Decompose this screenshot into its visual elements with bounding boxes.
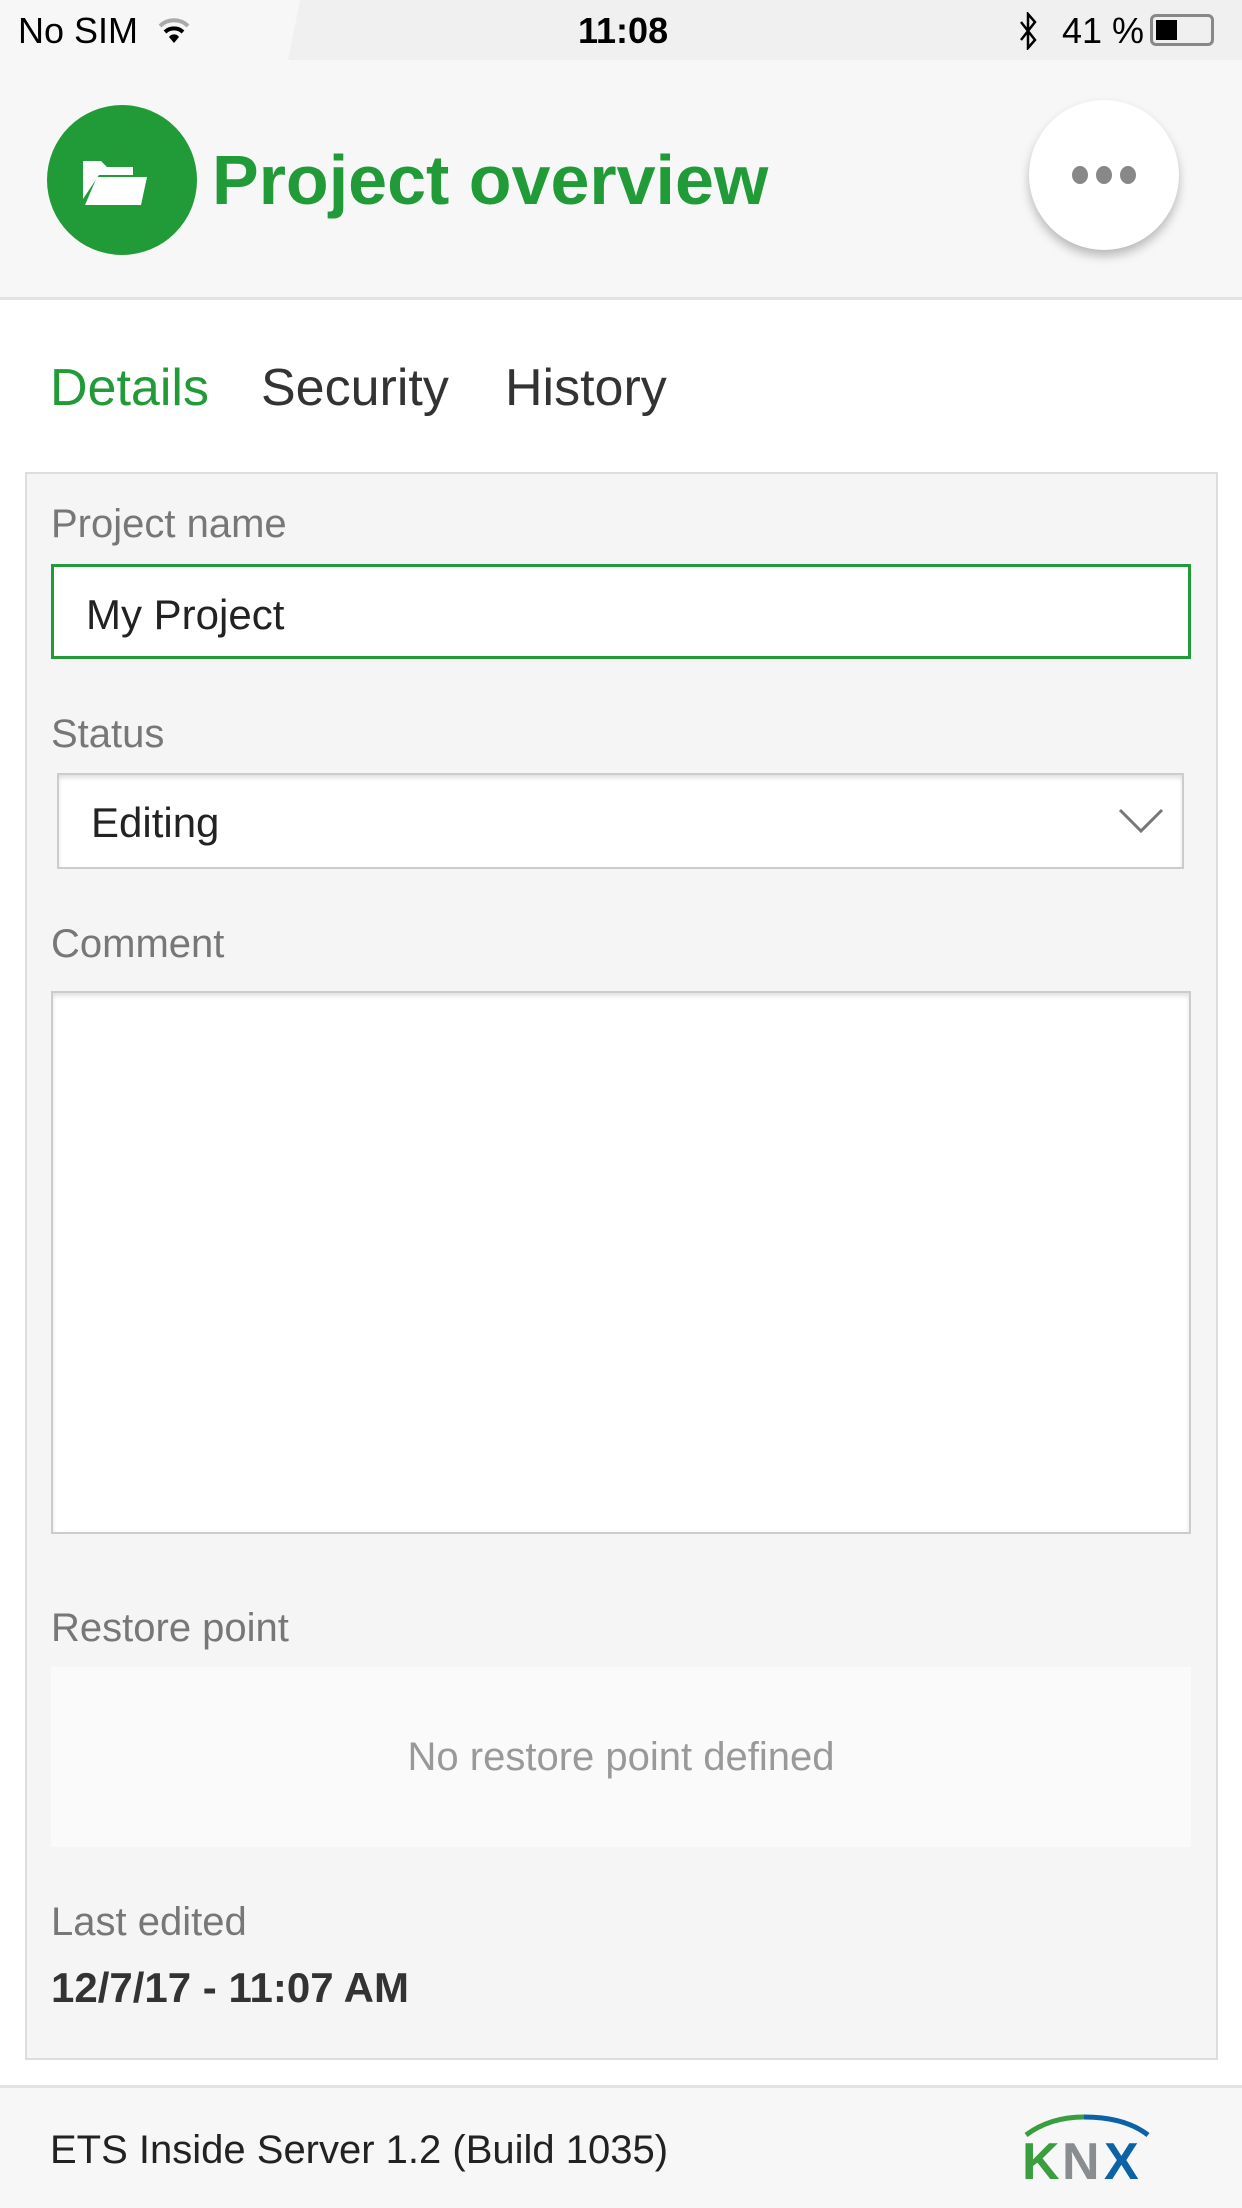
wifi-icon (158, 18, 190, 43)
tab-history[interactable]: History (505, 358, 667, 418)
project-name-label: Project name (51, 502, 287, 546)
last-edited-value: 12/7/17 - 11:07 AM (51, 1964, 409, 2011)
last-edited-label: Last edited (51, 1900, 247, 1944)
bluetooth-icon (1020, 12, 1037, 50)
battery-icon (1150, 14, 1214, 46)
svg-text:X: X (1104, 2133, 1139, 2183)
version-text: ETS Inside Server 1.2 (Build 1035) (50, 2128, 669, 2172)
page-title: Project overview (212, 141, 769, 219)
app-header: Project overview (0, 60, 1242, 300)
svg-text:N: N (1062, 2133, 1100, 2183)
status-value: Editing (91, 799, 220, 846)
carrier: No SIM (18, 10, 139, 51)
restore-point-label: Restore point (51, 1606, 289, 1650)
restore-point-empty: No restore point defined (51, 1667, 1191, 1847)
status-label: Status (51, 712, 165, 756)
comment-label: Comment (51, 922, 225, 966)
project-name-input[interactable]: My Project (51, 564, 1191, 659)
clock: 11:08 (578, 10, 669, 51)
comment-textarea[interactable] (51, 991, 1191, 1534)
folder-open-icon (47, 105, 197, 255)
knx-logo: K N X (1022, 2114, 1150, 2183)
status-bar: No SIM 11:08 41 % (0, 0, 1242, 60)
tab-security[interactable]: Security (261, 358, 449, 418)
chevron-down-icon (1118, 808, 1164, 834)
status-select[interactable]: Editing (57, 773, 1184, 869)
tab-details[interactable]: Details (50, 358, 209, 418)
battery-percent: 41 % (1062, 10, 1145, 51)
more-button[interactable] (1029, 100, 1179, 250)
svg-text:K: K (1022, 2133, 1060, 2183)
footer: ETS Inside Server 1.2 (Build 1035) K N X (0, 2085, 1242, 2208)
